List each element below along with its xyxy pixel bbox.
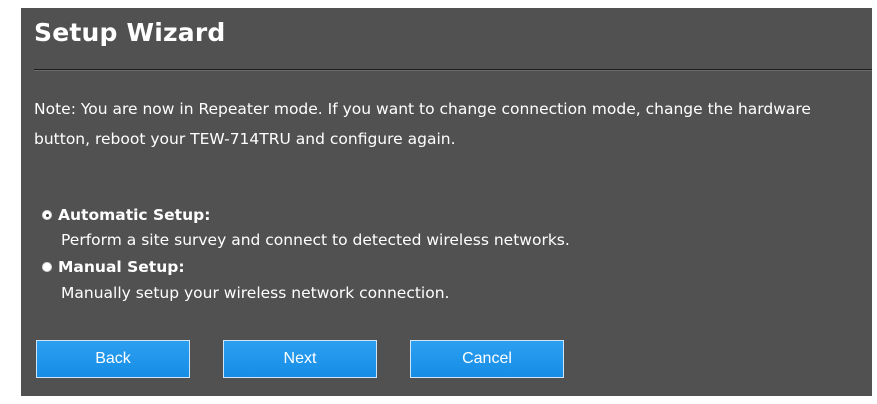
page-title: Setup Wizard xyxy=(34,18,226,47)
automatic-setup-description: Perform a site survey and connect to det… xyxy=(61,231,570,249)
automatic-setup-label[interactable]: Automatic Setup: xyxy=(58,206,210,224)
automatic-setup-radio[interactable] xyxy=(42,210,52,220)
setup-wizard-panel: Setup Wizard Note: You are now in Repeat… xyxy=(21,8,872,396)
title-divider xyxy=(34,69,872,71)
repeater-mode-note: Note: You are now in Repeater mode. If y… xyxy=(34,100,811,148)
next-button[interactable]: Next xyxy=(223,340,377,378)
manual-setup-description: Manually setup your wireless network con… xyxy=(61,284,450,302)
automatic-setup-option[interactable]: Automatic Setup: xyxy=(42,206,210,224)
manual-setup-option[interactable]: Manual Setup: xyxy=(42,258,185,276)
manual-setup-radio[interactable] xyxy=(42,262,52,272)
back-button[interactable]: Back xyxy=(36,340,190,378)
manual-setup-label[interactable]: Manual Setup: xyxy=(58,258,185,276)
cancel-button[interactable]: Cancel xyxy=(410,340,564,378)
